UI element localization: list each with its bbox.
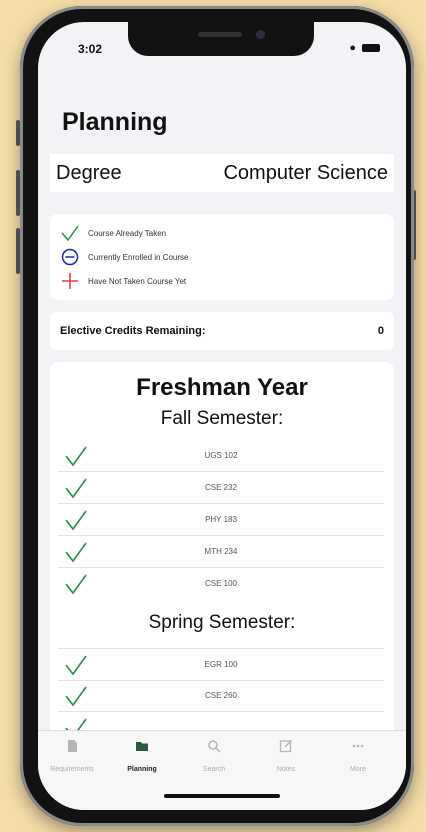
course-code: CSE 232 xyxy=(204,483,238,492)
checkmark-icon xyxy=(65,655,87,675)
course-row[interactable]: CSE 232 xyxy=(58,472,384,504)
course-code: MTH 234 xyxy=(204,547,238,556)
tab-more-label: More xyxy=(350,766,366,773)
course-row[interactable]: CSE 260 xyxy=(58,680,384,712)
course-row[interactable]: EGR 100 xyxy=(58,648,384,681)
course-code: CSE 260 xyxy=(204,691,238,700)
elective-credits-value: 0 xyxy=(377,325,384,337)
minus-circle-icon xyxy=(61,248,79,266)
tab-search[interactable]: Search xyxy=(184,739,244,773)
tab-notes-label: Notes xyxy=(276,766,296,773)
legend-not-taken: Have Not Taken Course Yet xyxy=(60,272,186,290)
tab-requirements[interactable]: Requirements xyxy=(42,739,102,773)
year-title: Freshman Year xyxy=(136,374,308,401)
checkmark-icon xyxy=(65,478,87,498)
elective-credits-row: Elective Credits Remaining: 0 xyxy=(50,312,394,350)
tab-notes[interactable]: Notes xyxy=(256,739,316,773)
legend-enrolled-label: Currently Enrolled in Course xyxy=(88,252,189,262)
app-screen: 3:02 ● Planning Degree Computer Science … xyxy=(38,22,406,810)
note-icon xyxy=(279,740,292,753)
checkmark-icon xyxy=(65,510,87,530)
tab-more[interactable]: More xyxy=(328,739,388,773)
home-indicator[interactable] xyxy=(164,794,280,798)
checkmark-icon xyxy=(61,225,79,242)
tab-planning[interactable]: Planning xyxy=(112,739,172,773)
legend-enrolled: Currently Enrolled in Course xyxy=(60,248,189,266)
fall-semester-title: Fall Semester: xyxy=(160,408,284,429)
more-icon xyxy=(352,744,364,748)
notch xyxy=(128,22,314,56)
checkmark-icon xyxy=(65,574,87,594)
phone-frame: 3:02 ● Planning Degree Computer Science … xyxy=(20,6,414,826)
course-row[interactable]: CSE 100 xyxy=(58,568,384,599)
plus-icon xyxy=(62,273,78,289)
page-title: Planning xyxy=(62,108,168,136)
course-row[interactable]: PHY 183 xyxy=(58,504,384,536)
degree-row[interactable]: Degree Computer Science xyxy=(50,154,394,192)
spring-semester-title: Spring Semester: xyxy=(148,612,296,633)
search-icon xyxy=(208,740,221,753)
device-mockup: 3:02 ● Planning Degree Computer Science … xyxy=(0,0,426,832)
checkmark-icon xyxy=(65,542,87,562)
tab-requirements-label: Requirements xyxy=(50,766,94,773)
checkmark-icon xyxy=(65,686,87,706)
course-code: PHY 183 xyxy=(205,515,237,524)
elective-credits-label: Elective Credits Remaining: xyxy=(60,325,206,337)
legend-card: Course Already Taken Currently Enrolled … xyxy=(50,214,394,300)
legend-not-taken-label: Have Not Taken Course Yet xyxy=(88,276,187,286)
degree-label: Degree xyxy=(56,161,122,184)
status-indicators: ● xyxy=(349,42,380,54)
folder-icon xyxy=(136,742,148,751)
legend-taken: Course Already Taken xyxy=(60,224,166,242)
course-row[interactable]: UGS 102 xyxy=(58,440,384,472)
battery-icon xyxy=(362,44,380,52)
tab-bar: Requirements Planning Search Notes More xyxy=(38,730,406,810)
course-code: CSE 100 xyxy=(204,579,238,588)
degree-value: Computer Science xyxy=(223,161,388,184)
document-icon xyxy=(68,740,77,752)
plan-scroll-area[interactable]: Freshman Year Fall Semester: UGS 102 CSE… xyxy=(50,362,394,762)
course-row[interactable]: MTH 234 xyxy=(58,536,384,568)
checkmark-icon xyxy=(65,446,87,466)
tab-search-label: Search xyxy=(202,766,226,773)
course-code: EGR 100 xyxy=(204,660,238,669)
status-time: 3:02 xyxy=(78,42,103,56)
course-code: UGS 102 xyxy=(204,451,238,460)
speaker-grille xyxy=(198,32,242,37)
wifi-icon: ● xyxy=(349,42,356,54)
legend-taken-label: Course Already Taken xyxy=(88,228,167,238)
tab-planning-label: Planning xyxy=(127,766,157,773)
front-camera xyxy=(256,30,265,39)
